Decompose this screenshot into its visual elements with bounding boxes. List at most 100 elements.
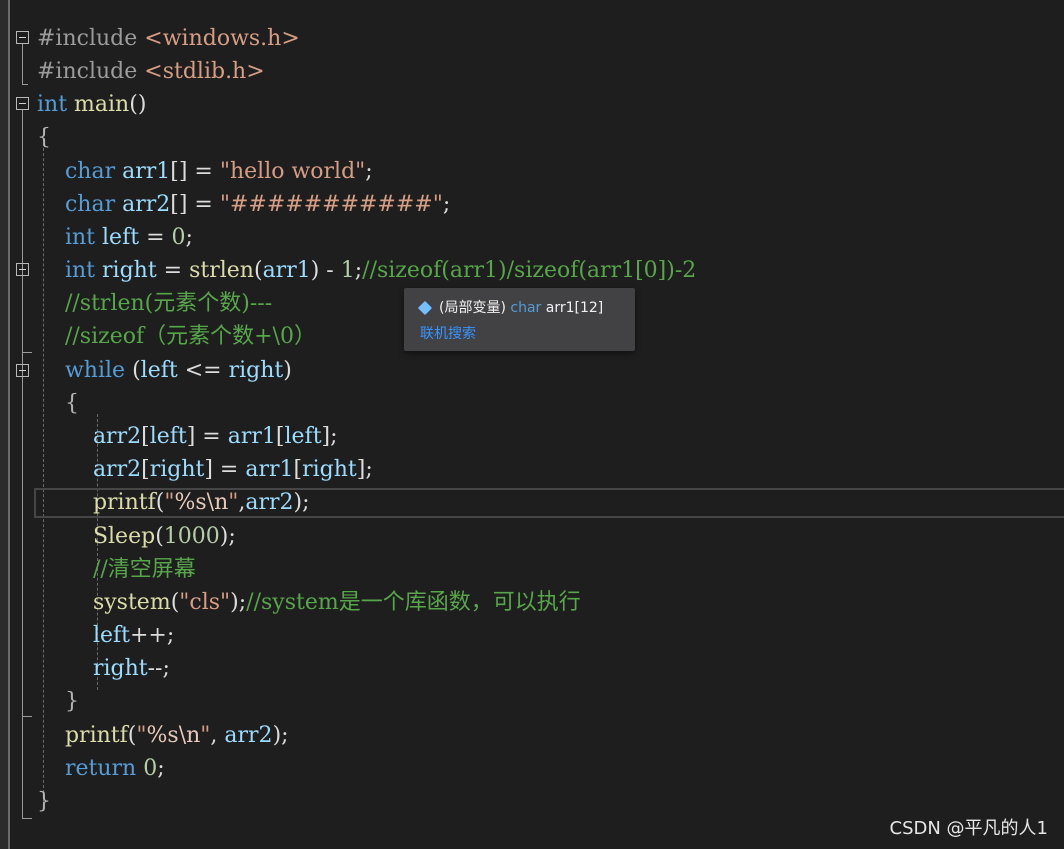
code-token: 1	[340, 258, 355, 283]
code-token: arr1	[245, 457, 294, 482]
code-line[interactable]: #include <stdlib.h>	[37, 55, 265, 88]
code-line[interactable]: while (left <= right)	[37, 354, 292, 387]
code-line[interactable]: return 0;	[37, 752, 165, 785]
watermark: CSDN @平凡的人1	[889, 818, 1049, 839]
code-line[interactable]: int main()	[37, 88, 146, 121]
code-line[interactable]: printf("%s\n", arr2);	[37, 719, 289, 752]
code-token: (	[155, 524, 164, 549]
tooltip-signature: (局部变量) char arr1[12]	[417, 297, 604, 317]
code-line[interactable]: printf("%s\n",arr2);	[37, 486, 310, 519]
collapse-while-icon[interactable]	[16, 364, 29, 377]
code-token: "	[136, 723, 147, 748]
code-token: ) -	[310, 258, 341, 283]
code-line[interactable]: arr2[right] = arr1[right];	[37, 453, 373, 486]
code-token: \n	[206, 490, 229, 515]
code-line[interactable]: char arr2[] = "###########";	[37, 188, 450, 221]
collapse-includes-icon[interactable]	[16, 31, 29, 44]
code-token: %s	[174, 490, 207, 515]
code-token: left	[149, 424, 187, 449]
code-token: right	[228, 358, 284, 383]
code-token: {	[37, 391, 79, 416]
code-token: arr2	[37, 457, 142, 482]
code-line[interactable]: //strlen(元素个数)---	[37, 287, 272, 320]
code-token: left	[37, 623, 130, 648]
code-token: system	[37, 590, 171, 615]
code-token: return	[37, 756, 137, 781]
code-token: ;	[365, 159, 373, 184]
code-token: 1000	[163, 524, 220, 549]
code-token: [	[141, 424, 150, 449]
code-line[interactable]: right--;	[37, 652, 170, 685]
code-token: #include	[37, 26, 145, 51]
code-token: ];	[321, 424, 338, 449]
code-line[interactable]: //sizeof（元素个数+\0）	[37, 320, 316, 353]
collapse-statement-icon[interactable]	[16, 263, 29, 276]
tooltip-scope: (局部变量)	[439, 300, 506, 316]
code-token: arr1	[227, 424, 276, 449]
code-line[interactable]: char arr1[] = "hello world";	[37, 155, 373, 188]
code-token: ;	[157, 756, 165, 781]
code-line[interactable]: }	[37, 685, 79, 718]
code-token: \n	[178, 723, 201, 748]
code-token: [] =	[170, 159, 220, 184]
code-token: )	[283, 358, 292, 383]
code-line[interactable]: //清空屏幕	[37, 553, 196, 586]
local-variable-icon	[417, 300, 433, 316]
code-token: 0	[143, 756, 158, 781]
code-token: int	[37, 225, 96, 250]
code-token: Sleep	[37, 524, 156, 549]
code-token: arr1	[115, 159, 171, 184]
code-token: arr2	[224, 723, 273, 748]
code-token: //清空屏幕	[37, 557, 196, 582]
editor-left-margin	[0, 0, 8, 849]
code-token: "	[200, 723, 211, 748]
code-token: {	[37, 125, 51, 150]
code-token: "###########"	[219, 192, 443, 217]
code-line[interactable]: int right = strlen(arr1) - 1;//sizeof(ar…	[37, 254, 696, 287]
outline-line	[22, 44, 23, 84]
code-token: ] =	[186, 424, 228, 449]
code-token: main	[67, 92, 130, 117]
tooltip-name: arr1[12]	[545, 300, 604, 316]
code-line[interactable]: {	[37, 387, 79, 420]
code-token: char	[37, 159, 116, 184]
outline-line-end	[22, 352, 32, 353]
code-token: ;	[185, 225, 193, 250]
code-token: --;	[147, 656, 170, 681]
code-line[interactable]: Sleep(1000);	[37, 520, 236, 553]
code-token: }	[37, 789, 51, 814]
code-token: "	[228, 490, 239, 515]
code-token: //sizeof（元素个数+\0）	[37, 324, 316, 349]
collapse-main-icon[interactable]	[16, 97, 29, 110]
code-token: <stdlib.h>	[144, 59, 265, 84]
code-token: [	[275, 424, 285, 449]
code-token: =	[156, 258, 190, 283]
code-token: ];	[356, 457, 373, 482]
code-token: left	[95, 225, 140, 250]
code-line[interactable]: left++;	[37, 619, 174, 652]
code-token: [	[293, 457, 303, 482]
code-line[interactable]: int left = 0;	[37, 221, 193, 254]
code-token: arr2	[245, 490, 294, 515]
code-line[interactable]: system("cls");//system是一个库函数，可以执行	[37, 586, 581, 619]
code-token: ++;	[129, 623, 175, 648]
code-line[interactable]: }	[37, 785, 51, 818]
code-line[interactable]: #include <windows.h>	[37, 22, 300, 55]
code-token: arr2	[115, 192, 171, 217]
code-line[interactable]: {	[37, 121, 51, 154]
code-token: //strlen(元素个数)---	[37, 291, 273, 316]
code-token: //sizeof(arr1)/sizeof(arr1[0])-2	[362, 258, 697, 283]
code-token: );	[219, 524, 236, 549]
code-token: );	[230, 590, 247, 615]
online-search-link[interactable]: 联机搜索	[420, 323, 476, 343]
code-editor[interactable]: #include <windows.h> #include <stdlib.h>…	[0, 0, 1064, 849]
code-token: arr2	[37, 424, 142, 449]
code-token: arr1	[262, 258, 311, 283]
code-token: 0	[171, 225, 186, 250]
code-token: [	[141, 457, 150, 482]
code-token: strlen	[189, 258, 254, 283]
code-token: ,	[210, 723, 225, 748]
code-token: "hello world"	[219, 159, 366, 184]
code-token: <=	[177, 358, 229, 383]
code-line[interactable]: arr2[left] = arr1[left];	[37, 420, 338, 453]
